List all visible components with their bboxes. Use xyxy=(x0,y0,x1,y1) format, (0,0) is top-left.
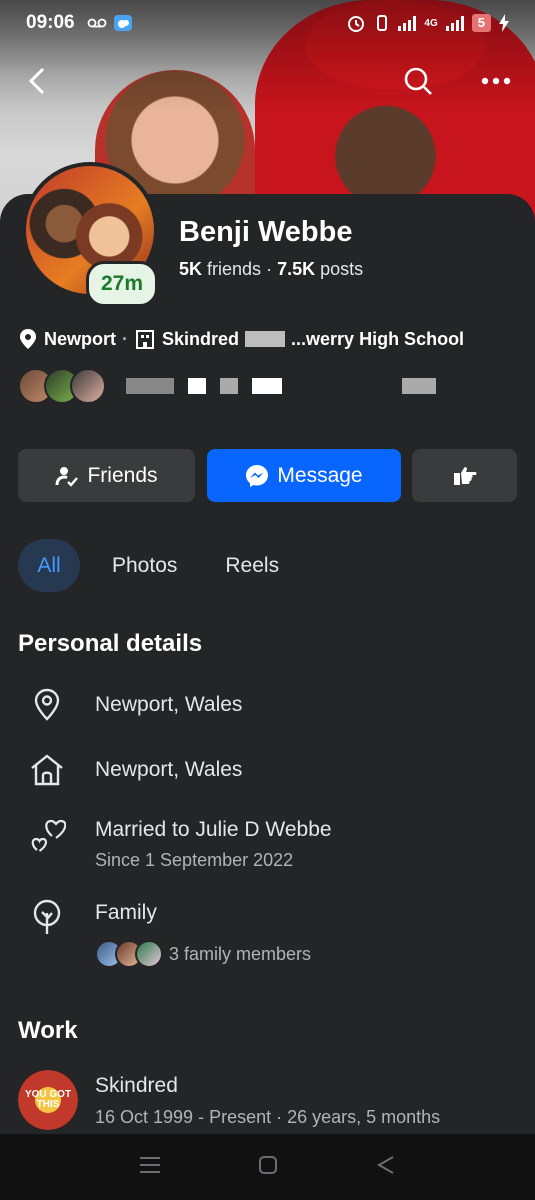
tab-all[interactable]: All xyxy=(18,539,80,592)
top-nav xyxy=(0,60,535,102)
tab-photos[interactable]: Photos xyxy=(96,539,193,592)
employment-dates: 16 Oct 1999 - Present · 26 years, 5 mont… xyxy=(95,1107,441,1127)
friends-count[interactable]: 5K xyxy=(179,259,202,279)
personal-details-title: Personal details xyxy=(18,630,203,657)
building-icon xyxy=(136,330,154,349)
redacted-block-6 xyxy=(402,378,436,394)
voicemail-icon xyxy=(87,18,107,28)
status-bar: 09:06 4G 5 xyxy=(0,0,535,46)
poke-hand-icon xyxy=(453,466,476,485)
more-dots-icon xyxy=(481,77,511,85)
status-left-icons xyxy=(87,14,133,32)
profile-stats: 5K friends · 7.5K posts xyxy=(179,259,363,280)
family-avatar-3 xyxy=(135,940,163,968)
friends-label[interactable]: friends xyxy=(207,259,261,279)
back-triangle-icon xyxy=(377,1155,394,1174)
relationship-text: Married to Julie D Webbe xyxy=(95,818,332,841)
back-button[interactable] xyxy=(18,60,54,102)
active-time-badge: 27m xyxy=(86,261,159,307)
info-school[interactable]: ...werry High School xyxy=(291,329,464,350)
relationship-row[interactable]: Married to Julie D Webbe Since 1 Septemb… xyxy=(18,816,517,876)
profile-name: Benji Webbe xyxy=(179,216,353,248)
work-row[interactable]: YOU GOT THIS Skindred 16 Oct 1999 - Pres… xyxy=(18,1070,517,1132)
posts-count: 7.5K xyxy=(277,259,316,279)
signal-1-icon xyxy=(398,15,417,31)
back-arrow-icon xyxy=(28,67,45,95)
info-work[interactable]: Skindred xyxy=(162,329,239,350)
info-separator-1: · xyxy=(122,328,128,349)
home-icon xyxy=(28,751,66,789)
posts-label: posts xyxy=(320,259,364,279)
relationship-since: Since 1 September 2022 xyxy=(95,850,294,870)
redacted-block-4 xyxy=(220,378,238,394)
current-city-text: Newport, Wales xyxy=(95,693,243,716)
content-tabs: All Photos Reels xyxy=(18,539,311,592)
redacted-block-3 xyxy=(188,378,206,394)
charging-icon xyxy=(499,14,509,32)
current-city-row[interactable]: Newport, Wales xyxy=(18,686,517,726)
action-buttons: Friends Message xyxy=(18,449,517,502)
mutual-avatar-3 xyxy=(70,368,106,404)
location-pin-icon xyxy=(20,329,36,349)
hometown-row[interactable]: Newport, Wales xyxy=(18,751,517,791)
family-row[interactable]: Family 3 family members xyxy=(18,898,517,974)
messenger-icon xyxy=(246,464,269,487)
home-button[interactable] xyxy=(258,1155,278,1180)
location-pin-outline-icon xyxy=(28,686,66,724)
menu-lines-icon xyxy=(139,1156,160,1173)
system-back-button[interactable] xyxy=(376,1155,396,1180)
friends-button[interactable]: Friends xyxy=(18,449,195,502)
family-title: Family xyxy=(95,901,157,924)
tab-reels[interactable]: Reels xyxy=(209,539,295,592)
family-members-preview[interactable]: 3 family members xyxy=(95,940,311,968)
search-icon xyxy=(404,67,432,95)
message-button[interactable]: Message xyxy=(207,449,401,502)
more-options-button[interactable] xyxy=(476,60,516,102)
alarm-icon xyxy=(348,16,365,32)
redacted-block-5 xyxy=(252,378,282,394)
hearts-icon xyxy=(28,816,66,854)
family-tree-icon xyxy=(28,898,66,936)
work-title: Work xyxy=(18,1017,78,1044)
weather-icon xyxy=(113,15,132,31)
recent-apps-button[interactable] xyxy=(139,1156,161,1179)
hometown-text: Newport, Wales xyxy=(95,758,243,781)
system-nav-bar xyxy=(0,1134,535,1200)
message-button-label: Message xyxy=(277,463,363,487)
friends-button-label: Friends xyxy=(87,463,158,487)
vibrate-icon xyxy=(377,15,388,31)
stats-separator: · xyxy=(266,259,273,279)
redacted-block xyxy=(245,331,286,347)
profile-info-line: Newport · Skindred ...werry High School xyxy=(18,328,464,350)
status-right-icons: 4G 5 xyxy=(346,13,509,33)
redacted-block-2 xyxy=(126,378,174,394)
info-location[interactable]: Newport xyxy=(44,329,116,350)
employer-name[interactable]: Skindred xyxy=(95,1074,178,1098)
signal-2-icon xyxy=(445,15,464,31)
mutual-friends-row[interactable] xyxy=(18,368,436,404)
status-time: 09:06 xyxy=(26,12,75,33)
poke-button[interactable] xyxy=(412,449,517,502)
skindred-logo: YOU GOT THIS xyxy=(18,1070,78,1130)
network-type: 4G xyxy=(424,17,438,29)
home-square-icon xyxy=(259,1155,278,1174)
search-button[interactable] xyxy=(398,60,438,102)
friend-check-icon xyxy=(55,466,79,487)
battery-indicator: 5 xyxy=(471,14,491,32)
family-members-count: 3 family members xyxy=(169,943,312,964)
